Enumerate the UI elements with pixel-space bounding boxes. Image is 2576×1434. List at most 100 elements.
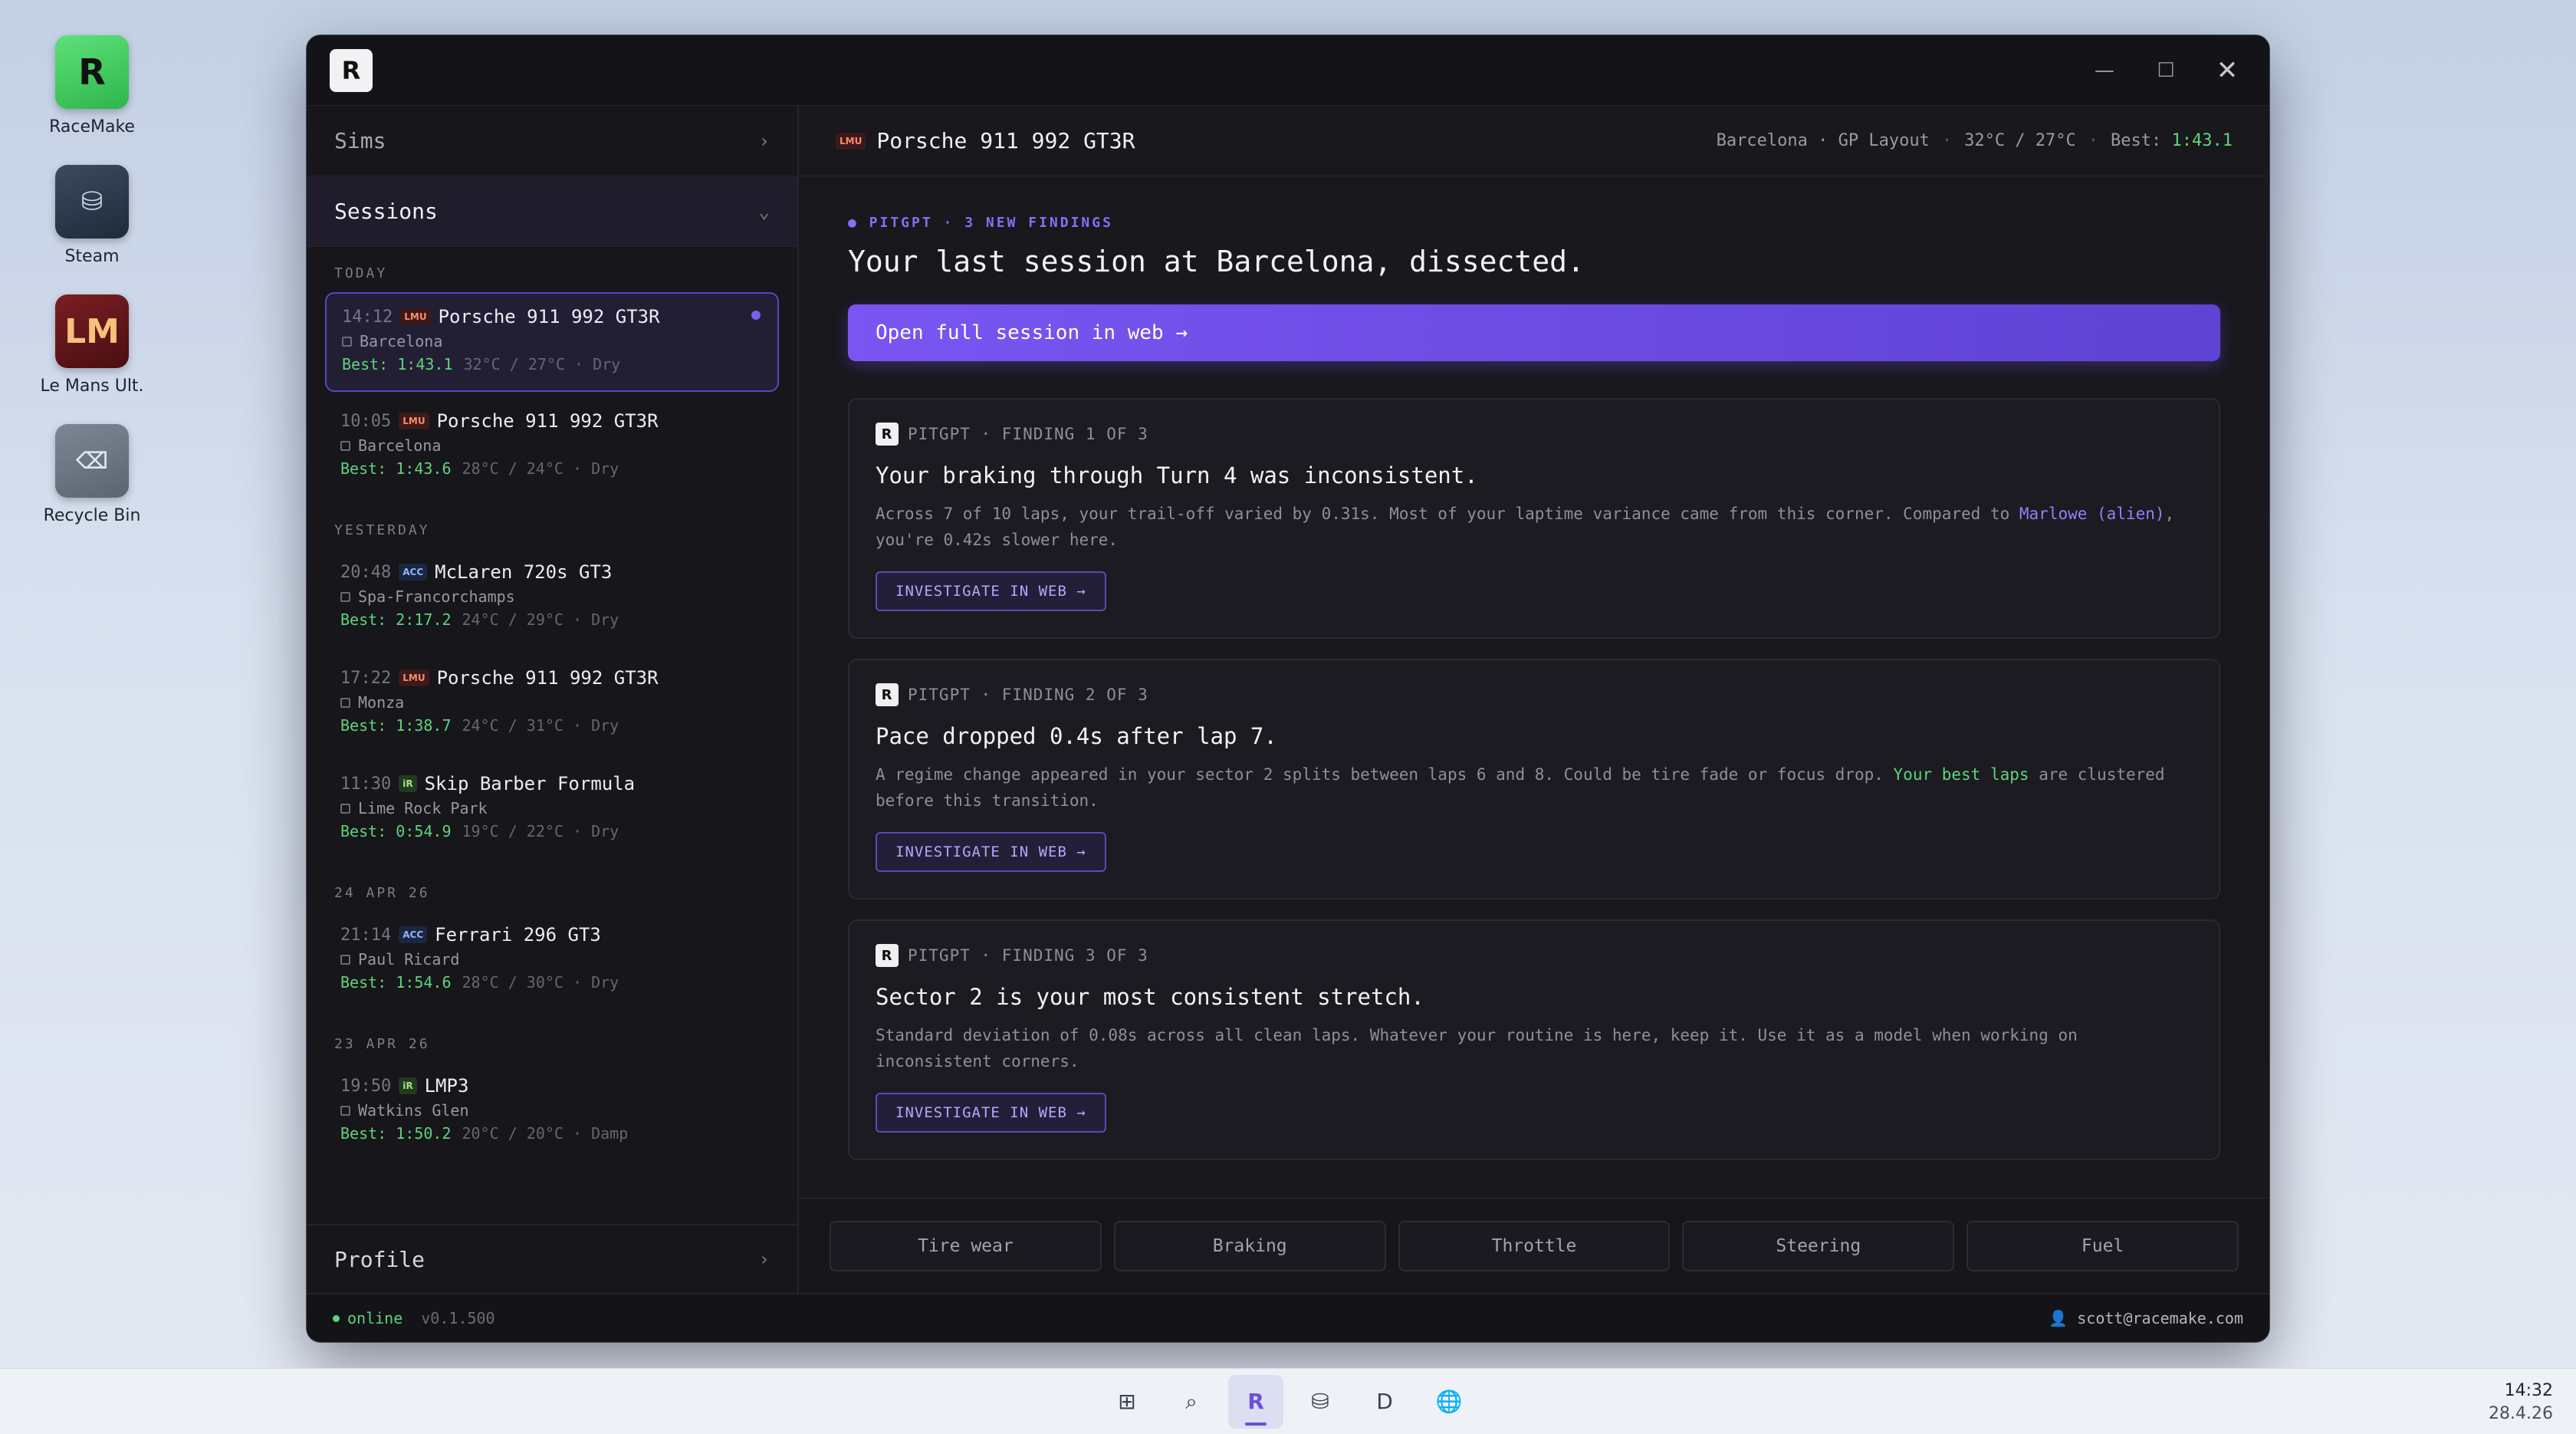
clock-date: 28.4.26 [2489, 1404, 2553, 1423]
racemake-taskbar-icon[interactable]: R [1228, 1374, 1283, 1429]
finding-title: Pace dropped 0.4s after lap 7. [876, 723, 1277, 749]
track-icon [340, 803, 350, 814]
desktop-icons: R RaceMake ⛁ Steam LM Le Mans Ult. ⌫ Rec… [31, 35, 153, 554]
finding-card: R PITGPT · FINDING 2 OF 3 Pace dropped 0… [848, 659, 2220, 900]
session-weather: 24°C / 31°C · Dry [462, 716, 619, 735]
session-item[interactable]: 11:30 iR Skip Barber Formula Lime Rock P… [325, 761, 779, 860]
meta-separator: · [1941, 131, 1953, 150]
chip-fuel[interactable]: Fuel [1967, 1220, 2239, 1271]
chevron-right-icon: › [758, 1248, 770, 1270]
chip-tire-wear[interactable]: Tire wear [830, 1220, 1102, 1271]
steam-taskbar-icon[interactable]: ⛁ [1293, 1375, 1348, 1429]
desktop-icon-lemans[interactable]: LM Le Mans Ult. [31, 294, 153, 396]
finding-description: Across 7 of 10 laps, your trail-off vari… [876, 501, 2193, 553]
browser-taskbar-icon[interactable]: 🌐 [1421, 1375, 1477, 1429]
session-track: Lime Rock Park [358, 799, 488, 817]
best-laps-link[interactable]: Your best laps [1894, 765, 2029, 784]
maximize-button[interactable]: ☐ [2147, 51, 2185, 90]
desktop-icon-steam[interactable]: ⛁ Steam [31, 165, 153, 267]
session-weather: 28°C / 24°C · Dry [462, 459, 619, 478]
best-label: Best: [2111, 131, 2162, 150]
steam-app-icon: ⛁ [55, 165, 129, 238]
session-item[interactable]: 20:48 ACC McLaren 720s GT3 Spa-Francorch… [325, 549, 779, 649]
system-clock[interactable]: 14:32 28.4.26 [2489, 1380, 2553, 1426]
findings-content: ● PITGPT · 3 NEW FINDINGS Your last sess… [799, 176, 2269, 1198]
user-account[interactable]: 👤 scott@racemake.com [2049, 1309, 2243, 1327]
investigate-button[interactable]: INVESTIGATE IN WEB → [876, 832, 1106, 872]
racemake-app-icon: R [55, 35, 129, 109]
close-button[interactable]: ✕ [2208, 51, 2246, 90]
session-item[interactable]: 19:50 iR LMP3 Watkins Glen Best: 1:50.2 … [325, 1063, 779, 1163]
session-track: Barcelona [358, 436, 442, 455]
lemans-app-icon: LM [55, 294, 129, 368]
investigate-button[interactable]: INVESTIGATE IN WEB → [876, 1093, 1106, 1133]
track-icon [340, 1105, 350, 1116]
sidebar-item-sessions[interactable]: Sessions ⌄ [307, 176, 797, 247]
session-weather: 24°C / 29°C · Dry [462, 610, 619, 629]
track-icon [340, 591, 350, 602]
window-controls: — ☐ ✕ [2085, 51, 2246, 90]
session-group-label: TODAY [334, 265, 388, 281]
session-car: LMP3 [424, 1075, 469, 1097]
session-car: Skip Barber Formula [424, 773, 636, 794]
unread-dot-icon [751, 311, 761, 320]
taskbar: ⊞ ⌕ R ⛁ D 🌐 14:32 28.4.26 [0, 1368, 2576, 1434]
connection-status: online [333, 1309, 402, 1327]
sidebar: Sims › Sessions ⌄ TODAY 14:12 LMU Porsch… [307, 106, 799, 1293]
desktop-icon-label: Le Mans Ult. [40, 377, 144, 396]
session-car: Porsche 911 992 GT3R [438, 306, 660, 327]
pitgpt-logo-icon: R [876, 944, 899, 967]
session-item[interactable]: 17:22 LMU Porsche 911 992 GT3R Monza Bes… [325, 655, 779, 755]
session-track: Barcelona [360, 332, 443, 350]
session-car-title: Porsche 911 992 GT3R [876, 128, 1135, 153]
session-best: Best: 1:38.7 [340, 716, 452, 735]
session-best: Best: 1:50.2 [340, 1124, 452, 1143]
session-time: 10:05 [340, 411, 392, 431]
session-item[interactable]: 21:14 ACC Ferrari 296 GT3 Paul Ricard Be… [325, 912, 779, 1011]
sessions-list: TODAY 14:12 LMU Porsche 911 992 GT3R Bar… [307, 247, 797, 1224]
session-best: Best: 2:17.2 [340, 610, 452, 629]
findings-eyebrow: ● PITGPT · 3 NEW FINDINGS [848, 215, 1113, 231]
sim-badge: iR [399, 1077, 417, 1094]
finding-card: R PITGPT · FINDING 3 OF 3 Sector 2 is yo… [848, 919, 2220, 1160]
session-time: 11:30 [340, 774, 392, 794]
desktop-icon-racemake[interactable]: R RaceMake [31, 35, 153, 137]
search-icon[interactable]: ⌕ [1164, 1375, 1219, 1429]
title-bar[interactable]: R — ☐ ✕ [307, 35, 2269, 106]
app-version: v0.1.500 [421, 1309, 495, 1327]
sim-badge: LMU [400, 308, 431, 325]
taskbar-items: ⊞ ⌕ R ⛁ D 🌐 [1099, 1374, 1477, 1429]
session-car: Porsche 911 992 GT3R [436, 667, 659, 689]
analysis-chip-bar: Tire wear Braking Throttle Steering Fuel [799, 1198, 2269, 1293]
chip-throttle[interactable]: Throttle [1398, 1220, 1671, 1271]
finding-title: Your braking through Turn 4 was inconsis… [876, 462, 1478, 488]
minimize-button[interactable]: — [2085, 51, 2124, 90]
start-icon[interactable]: ⊞ [1099, 1375, 1155, 1429]
session-item[interactable]: 14:12 LMU Porsche 911 992 GT3R Barcelona… [325, 292, 779, 392]
session-group-label: 24 APR 26 [334, 885, 430, 901]
investigate-button[interactable]: INVESTIGATE IN WEB → [876, 571, 1106, 611]
session-track: Paul Ricard [358, 950, 460, 969]
sidebar-item-profile[interactable]: Profile › [307, 1224, 797, 1293]
session-track: Monza [358, 693, 405, 712]
session-time: 19:50 [340, 1076, 392, 1096]
sidebar-item-sims[interactable]: Sims › [307, 106, 797, 176]
discord-taskbar-icon[interactable]: D [1357, 1375, 1412, 1429]
session-best: Best: 1:54.6 [340, 973, 452, 992]
finding-meta: PITGPT · FINDING 1 OF 3 [908, 425, 1148, 443]
sim-badge: ACC [399, 926, 428, 943]
desktop-icon-recycle-bin[interactable]: ⌫ Recycle Bin [31, 424, 153, 526]
finding-meta: PITGPT · FINDING 2 OF 3 [908, 686, 1148, 704]
session-header: LMU Porsche 911 992 GT3R Barcelona · GP … [799, 106, 2269, 176]
open-session-web-button[interactable]: Open full session in web → [848, 304, 2220, 361]
driver-link[interactable]: Marlowe (alien) [2019, 505, 2165, 523]
session-car: McLaren 720s GT3 [435, 561, 613, 583]
connection-status-label: online [347, 1309, 403, 1327]
sim-badge: iR [399, 775, 417, 792]
session-item[interactable]: 10:05 LMU Porsche 911 992 GT3R Barcelona… [325, 398, 779, 498]
session-best: Best: 1:43.6 [340, 459, 452, 478]
session-car: Ferrari 296 GT3 [435, 924, 601, 946]
chip-steering[interactable]: Steering [1682, 1220, 1955, 1271]
recycle-bin-icon: ⌫ [55, 424, 129, 498]
chip-braking[interactable]: Braking [1113, 1220, 1386, 1271]
